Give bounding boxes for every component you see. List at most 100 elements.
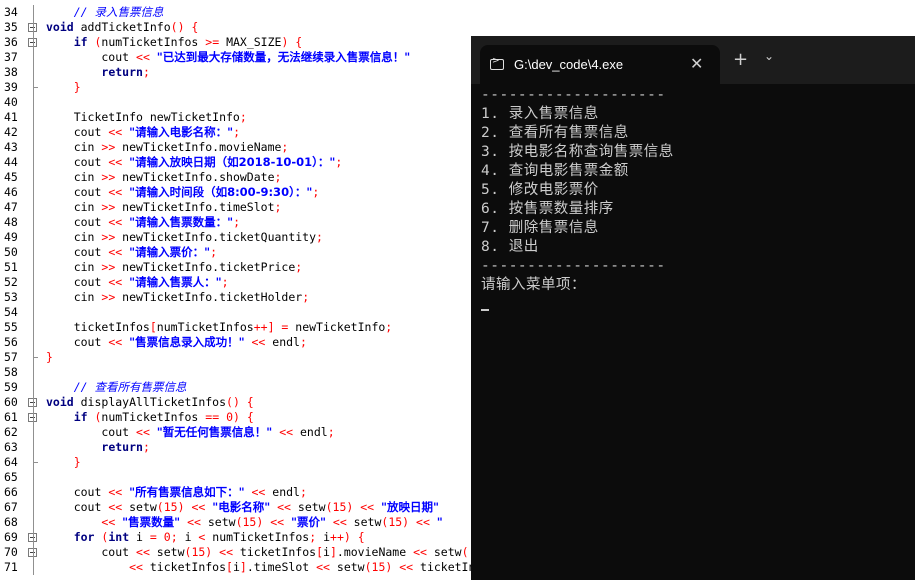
code-token: << — [325, 515, 354, 529]
code-line[interactable]: 35 void addTicketInfo() { — [0, 20, 915, 35]
code-token: ] — [239, 560, 247, 574]
new-tab-button[interactable]: + — [733, 49, 748, 70]
code-token: setw — [207, 515, 236, 529]
code-token: >> — [101, 200, 123, 214]
terminal-line: 3. 按电影名称查询售票信息 — [481, 144, 674, 160]
code-token: << — [108, 185, 130, 199]
code-token: "所有售票信息如下：" — [129, 485, 245, 499]
code-token: ) << — [385, 560, 421, 574]
code-token: cout — [46, 485, 109, 499]
terminal-titlebar[interactable]: G:\dev_code\4.exe ✕ + ⌄ — [471, 36, 915, 84]
code-token: endl — [272, 335, 300, 349]
line-number: 36 — [4, 35, 18, 49]
code-token: numTicketInfos — [212, 530, 310, 544]
terminal-line: 8. 退出 — [481, 239, 539, 255]
code-token: cout — [46, 275, 109, 289]
code-text: cout << "请输入售票数量："; — [46, 215, 240, 230]
code-token: << — [129, 560, 150, 574]
code-token: ; — [385, 320, 393, 334]
code-token: << — [136, 50, 157, 64]
code-token: return — [101, 440, 143, 454]
code-token: ticketInfos — [149, 560, 227, 574]
line-number: 51 — [4, 260, 18, 274]
code-text: << "售票数量" << setw(15) << "票价" << setw(15… — [46, 515, 442, 530]
code-token: 0 — [226, 410, 233, 424]
code-line[interactable]: 34 // 录入售票信息 — [0, 5, 915, 20]
code-token: } — [73, 80, 81, 94]
code-token: cin — [46, 170, 102, 184]
line-number: 39 — [4, 80, 18, 94]
code-token: cin — [46, 200, 102, 214]
code-token: "售票信息录入成功！" — [129, 335, 245, 349]
code-text: } — [46, 80, 81, 95]
code-token: setw — [353, 515, 382, 529]
terminal-window[interactable]: -------------------- 1. 录入售票信息 2. 查看所有售票信息… — [471, 36, 915, 580]
code-token: 15 — [163, 500, 178, 514]
code-text: << ticketInfos[i].timeSlot << setw(15) <… — [46, 560, 496, 575]
code-token: [ — [149, 320, 157, 334]
code-token: .timeSlot — [246, 560, 317, 574]
code-token: ; — [312, 185, 320, 199]
code-token: ++) { — [330, 530, 365, 544]
line-number: 55 — [4, 320, 18, 334]
code-text: cout << "请输入售票人："; — [46, 275, 229, 290]
code-token: setw — [297, 500, 326, 514]
code-token: () { — [170, 20, 199, 34]
code-token: for — [73, 530, 102, 544]
code-token: cout — [46, 425, 137, 439]
terminal-line: 请输入菜单项： — [481, 277, 586, 293]
code-token: newTicketInfo.ticketQuantity — [122, 230, 317, 244]
code-token: 15 — [371, 560, 386, 574]
code-token: << — [272, 425, 300, 439]
code-token: i — [184, 530, 199, 544]
code-token: cout — [46, 245, 109, 259]
terminal-tab[interactable]: G:\dev_code\4.exe ✕ — [480, 45, 720, 84]
code-token: << — [108, 215, 130, 229]
code-text: // 查看所有售票信息 — [46, 380, 187, 395]
terminal-line: 1. 录入售票信息 — [481, 106, 599, 122]
code-token: "放映日期" — [381, 500, 440, 514]
code-token: >> — [101, 140, 123, 154]
close-tab-button[interactable]: ✕ — [690, 54, 703, 73]
code-token: .movieName — [336, 545, 414, 559]
code-token: ; — [170, 530, 185, 544]
code-token: numTicketInfos — [156, 320, 254, 334]
code-token: ; — [299, 335, 307, 349]
code-token: "请输入售票数量：" — [129, 215, 234, 229]
line-number: 65 — [4, 470, 18, 484]
code-text: cout << "请输入放映日期（如2018-10-01）："; — [46, 155, 343, 170]
terminal-line: -------------------- — [481, 258, 666, 274]
code-token: "票价" — [290, 515, 326, 529]
code-token: ) << — [256, 515, 291, 529]
code-token: cin — [46, 290, 102, 304]
line-number: 68 — [4, 515, 18, 529]
code-token: ; — [281, 140, 289, 154]
code-token: void — [46, 20, 81, 34]
code-token: >> — [101, 260, 123, 274]
tab-dropdown-button[interactable]: ⌄ — [764, 49, 774, 63]
code-token: setw — [129, 500, 157, 514]
code-token: i — [232, 560, 240, 574]
line-number: 42 — [4, 125, 18, 139]
code-token: ticketInfos — [239, 545, 317, 559]
code-token: i — [136, 530, 150, 544]
code-token: ) { — [281, 35, 303, 49]
line-number: 59 — [4, 380, 18, 394]
line-number: 70 — [4, 545, 18, 559]
code-token: ) { — [233, 410, 254, 424]
code-token: "请输入电影名称：" — [129, 125, 234, 139]
terminal-line: -------------------- — [481, 87, 666, 103]
code-text: if (numTicketInfos >= MAX_SIZE) { — [46, 35, 303, 50]
code-token: ; — [316, 230, 323, 244]
line-number: 58 — [4, 365, 18, 379]
code-token: cout — [46, 50, 137, 64]
line-number: 34 — [4, 5, 18, 19]
line-number: 48 — [4, 215, 18, 229]
code-token: 15 — [191, 545, 206, 559]
code-token: 0 — [163, 530, 171, 544]
terminal-cursor — [481, 309, 489, 311]
